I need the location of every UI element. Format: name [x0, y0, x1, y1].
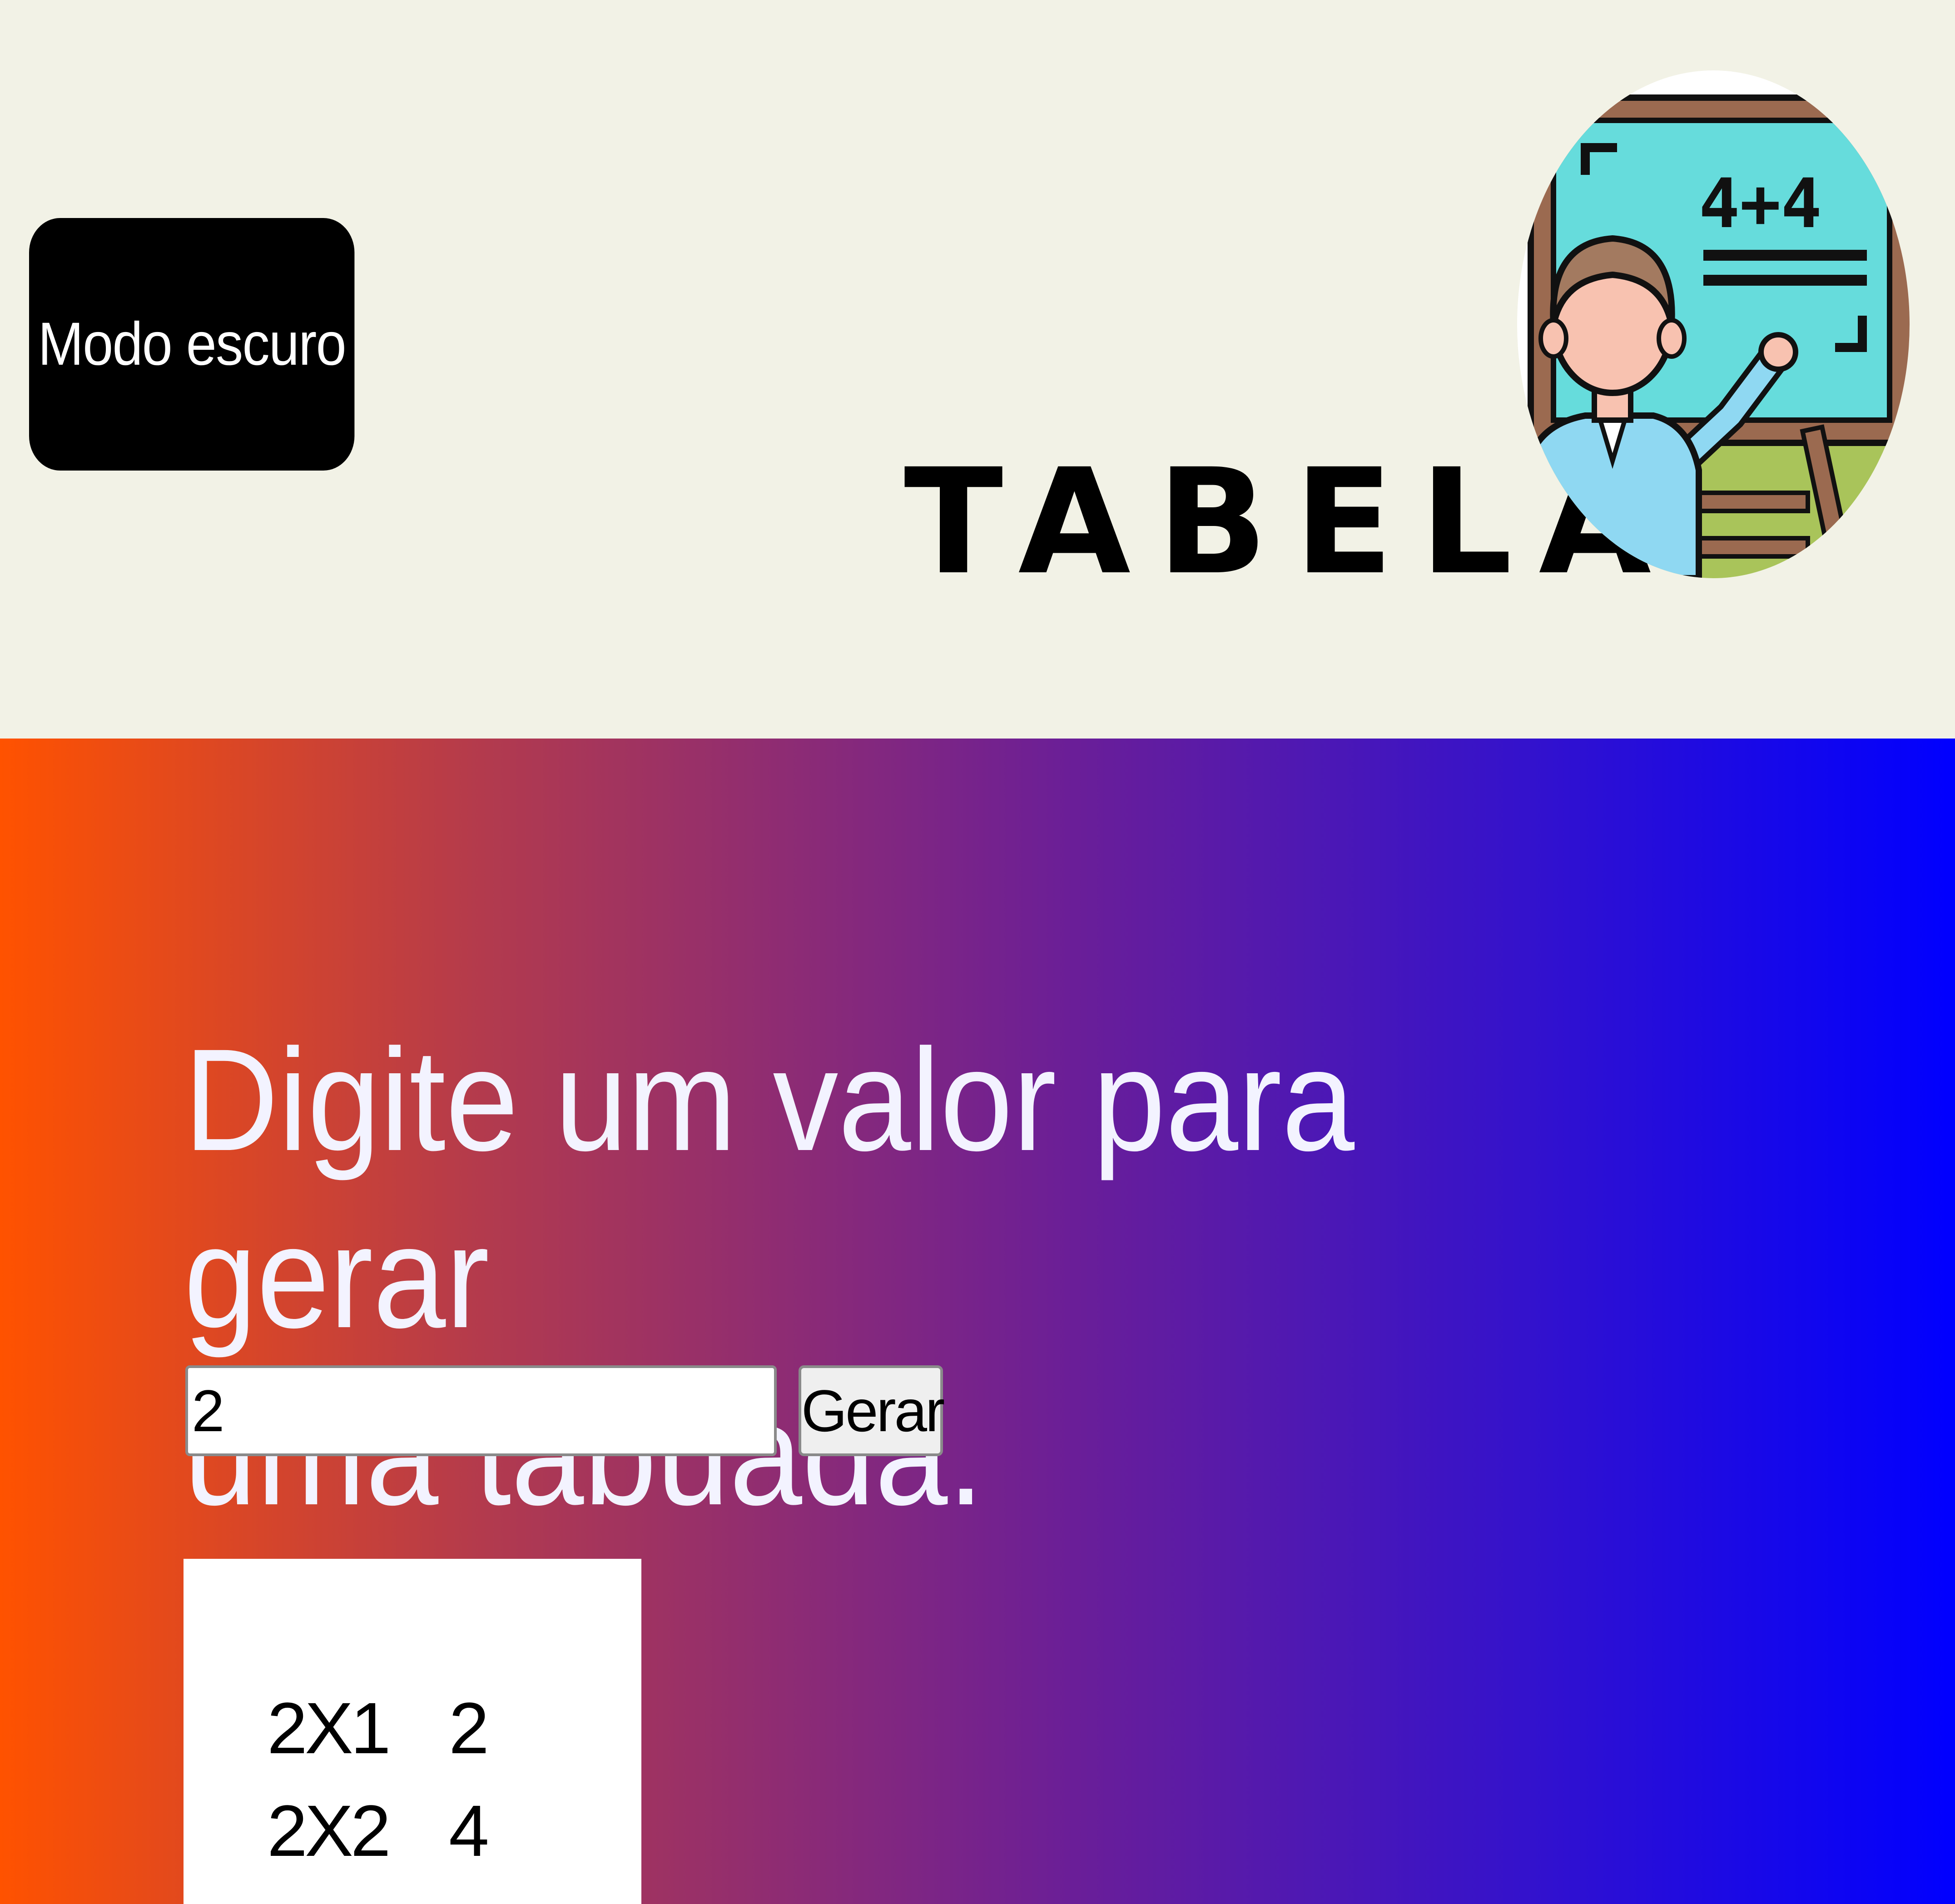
multiplication-table: 2X1 2 2X2 4 2X3 6: [267, 1677, 489, 1904]
table-cell-expression: 2X3: [267, 1882, 449, 1904]
table-cell-result: 6: [449, 1882, 489, 1904]
teacher-at-blackboard-icon: 4+4: [1517, 70, 1910, 578]
number-input[interactable]: [185, 1365, 777, 1456]
table-cell-expression: 2X1: [267, 1687, 391, 1769]
generate-button[interactable]: Gerar: [799, 1365, 945, 1456]
page-title: TABELA: [904, 438, 1678, 607]
dark-mode-button[interactable]: Modo escuro: [29, 218, 355, 471]
table-row: 2X2 4: [267, 1780, 489, 1882]
logo-board-text: 4+4: [1699, 164, 1822, 243]
table-row: 2X1 2: [267, 1677, 489, 1780]
prompt-line-1: Digite um valor para gerar: [184, 1018, 1355, 1358]
multiplication-table-box: 2X1 2 2X2 4 2X3 6: [184, 1559, 641, 1904]
table-cell-expression: 2X2: [267, 1790, 391, 1871]
page-header: Modo escuro TABELA 4+4: [0, 0, 1955, 739]
table-cell-result: 4: [449, 1790, 489, 1871]
prompt-text: Digite um valor para gerar uma tabuada.: [184, 1011, 1533, 1542]
table-row: 2X3 6: [267, 1882, 489, 1904]
table-cell-result: 2: [449, 1687, 489, 1769]
main-section: Digite um valor para gerar uma tabuada. …: [0, 739, 1955, 1904]
